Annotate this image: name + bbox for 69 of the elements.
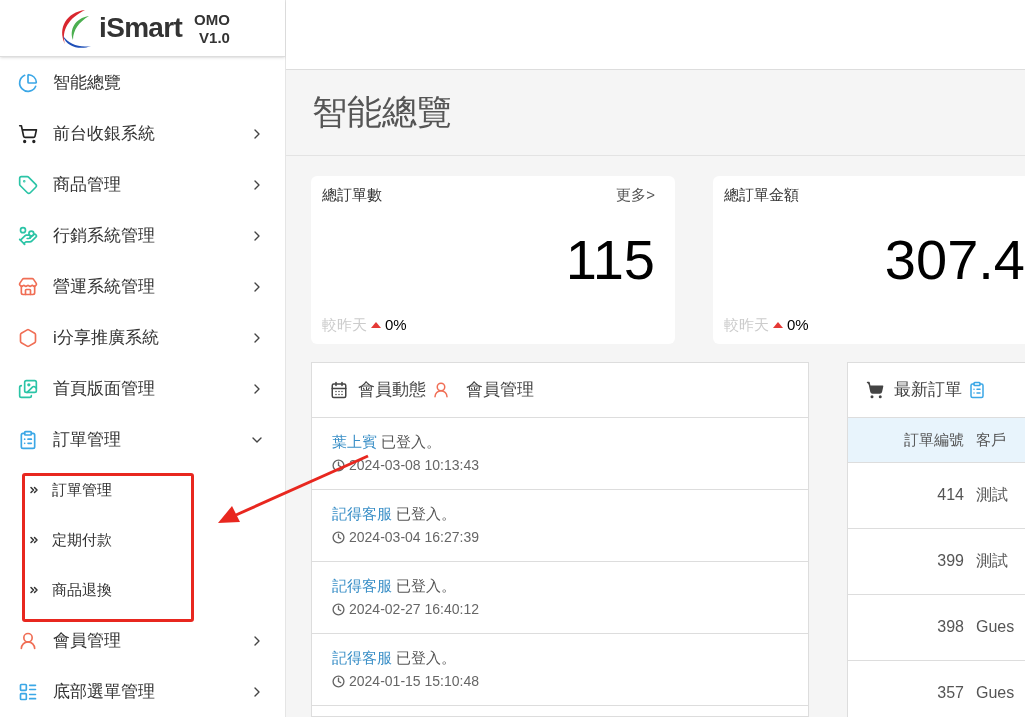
member-link[interactable]: 記得客服 [332, 646, 392, 670]
sidebar-item[interactable]: 首頁版面管理 [0, 363, 285, 414]
table-cell: 測試 [972, 528, 1025, 594]
more-link[interactable]: 更多> [616, 184, 655, 207]
submenu-item[interactable]: 定期付款 [0, 515, 285, 565]
table-cell: 398 [848, 594, 972, 660]
pie-chart-icon [18, 72, 38, 93]
sidebar-item[interactable]: 營運系統管理 [0, 261, 285, 312]
clipboard-icon [968, 381, 986, 399]
submenu-item[interactable]: 訂單管理 [0, 465, 285, 515]
sidebar-item[interactable]: 底部選單管理 [0, 666, 285, 717]
logo-edition: OMO [194, 11, 230, 27]
stat-value: 115 [564, 227, 655, 293]
user-icon [432, 381, 450, 399]
activity-text: 已登入。 [396, 575, 456, 596]
member-link[interactable]: 記得客服 [332, 502, 392, 526]
clock-icon [332, 459, 345, 473]
member-link[interactable]: 葉上賓 [332, 430, 377, 454]
list-icon [18, 681, 38, 702]
activity-time: 2024-02-27 16:40:12 [349, 600, 479, 620]
table-cell: Gues [972, 660, 1025, 717]
activity-time: 2024-03-08 10:13:43 [349, 456, 479, 476]
cart-icon [866, 381, 884, 399]
logo-version: V1.0 [199, 29, 230, 45]
double-chevron-icon [28, 584, 40, 596]
store-icon [18, 276, 38, 297]
user-icon [18, 630, 38, 651]
activity-time: 2024-01-15 15:10:48 [349, 672, 479, 692]
hexagon-icon [18, 327, 38, 348]
activity-text: 已登入。 [396, 503, 456, 524]
stat-title: 總訂單數 [322, 185, 382, 205]
sidebar-item[interactable]: 行銷系統管理 [0, 210, 285, 261]
column-header: 訂單編號 [848, 418, 972, 462]
sidebar-item[interactable]: 智能總覽 [0, 57, 285, 108]
double-chevron-icon [28, 534, 40, 546]
sidebar-item[interactable]: i分享推廣系統 [0, 312, 285, 363]
column-header: 客戶 [972, 418, 1025, 462]
stat-title: 總訂單金額 [724, 185, 799, 205]
clock-icon [332, 531, 345, 545]
stat-value: 307.4 [883, 227, 1025, 293]
images-icon [18, 378, 38, 399]
page-title: 智能總覽 [312, 91, 452, 134]
submenu-item[interactable]: 商品退換 [0, 565, 285, 615]
clipboard-icon [18, 429, 38, 450]
change-value: 0% [385, 314, 407, 335]
tag-icon [18, 174, 38, 195]
panel-title: 會員動態 [358, 379, 426, 402]
activity-text: 已登入。 [396, 647, 456, 668]
activity-text: 已登入。 [381, 431, 441, 452]
clock-icon [332, 603, 345, 617]
sidebar-item[interactable]: 商品管理 [0, 159, 285, 210]
change-value: 0% [787, 314, 809, 335]
sidebar-item[interactable]: 訂單管理 [0, 414, 285, 465]
member-link[interactable]: 記得客服 [332, 574, 392, 598]
table-cell: 測試 [972, 462, 1025, 528]
activity-time: 2024-03-04 16:27:39 [349, 528, 479, 548]
calendar-icon [330, 381, 348, 399]
clock-icon [332, 675, 345, 689]
member-management-link[interactable]: 會員管理 [466, 377, 534, 403]
sidebar-item[interactable]: 會員管理 [0, 615, 285, 666]
hand-coins-icon [18, 225, 38, 246]
table-cell: Gues [972, 594, 1025, 660]
double-chevron-icon [28, 484, 40, 496]
table-cell: 414 [848, 462, 972, 528]
table-cell: 357 [848, 660, 972, 717]
table-cell: 399 [848, 528, 972, 594]
panel-title: 最新訂單 [894, 379, 962, 402]
sidebar-item[interactable]: 前台收銀系統 [0, 108, 285, 159]
cart-icon [18, 123, 38, 144]
